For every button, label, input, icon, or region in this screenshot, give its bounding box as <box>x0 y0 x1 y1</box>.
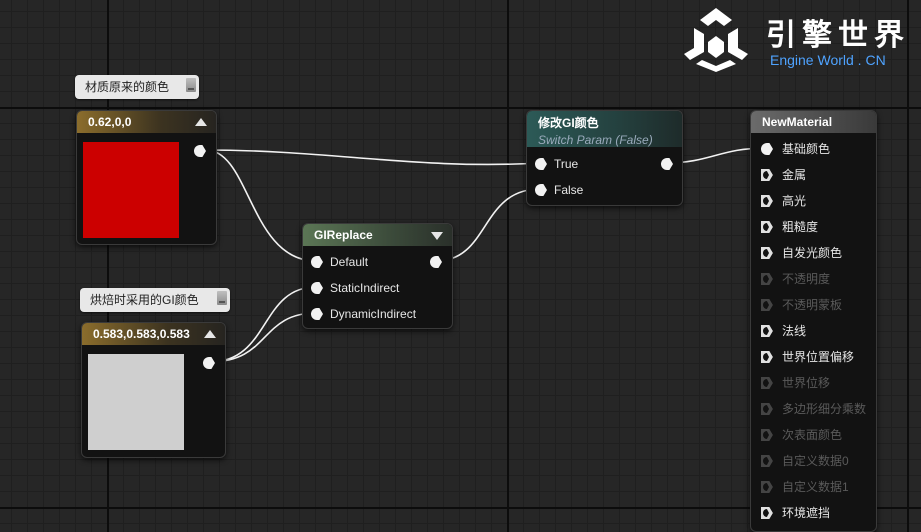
output-pin[interactable] <box>203 357 215 369</box>
material-input-pin[interactable]: 金属 <box>761 165 806 185</box>
material-input-pin[interactable]: 世界位置偏移 <box>761 347 854 367</box>
pin-label: 次表面颜色 <box>782 428 843 442</box>
node-header[interactable]: GIReplace <box>303 224 452 246</box>
pin-label: 金属 <box>782 168 807 182</box>
pin-icon[interactable] <box>761 195 773 207</box>
material-input-pin[interactable]: 自定义数据0 <box>761 451 849 471</box>
input-pin-dynamicindirect[interactable]: DynamicIndirect <box>311 304 416 324</box>
node-title: NewMaterial <box>762 115 833 129</box>
node-header[interactable]: 0.583,0.583,0.583 <box>82 323 225 345</box>
input-pin-default[interactable]: Default <box>311 252 368 272</box>
pin-icon[interactable] <box>761 221 773 233</box>
pin-icon[interactable] <box>311 256 323 268</box>
pin-label: 高光 <box>782 194 807 208</box>
collapse-arrow-icon[interactable] <box>431 232 443 240</box>
pin-icon[interactable] <box>311 282 323 294</box>
pin-icon[interactable] <box>761 429 773 441</box>
pin-label: Default <box>330 255 369 269</box>
node-title: 0.62,0,0 <box>88 115 132 129</box>
pin-label: 环境遮挡 <box>782 506 831 520</box>
pin-label: 法线 <box>782 324 807 338</box>
pin-icon[interactable] <box>761 247 773 259</box>
pin-icon[interactable] <box>761 325 773 337</box>
material-input-pin[interactable]: 自定义数据1 <box>761 477 849 497</box>
constant3vector-node-red[interactable]: 0.62,0,0 <box>76 110 217 245</box>
switch-param-node[interactable]: 修改GI颜色 Switch Param (False) True False <box>526 110 683 206</box>
material-input-pin[interactable]: 粗糙度 <box>761 217 818 237</box>
pin-label: DynamicIndirect <box>330 307 417 321</box>
color-swatch[interactable] <box>88 354 184 450</box>
pin-icon[interactable] <box>761 403 773 415</box>
node-header[interactable]: NewMaterial <box>751 111 876 133</box>
pin-icon[interactable] <box>761 377 773 389</box>
output-pin[interactable] <box>430 256 442 268</box>
material-input-pin[interactable]: 自发光颜色 <box>761 243 842 263</box>
pin-label: 基础颜色 <box>782 142 831 156</box>
comment-original-color[interactable]: 材质原来的颜色 <box>75 75 199 99</box>
material-input-pin[interactable]: 多边形细分乘数 <box>761 399 866 419</box>
input-pin-false[interactable]: False <box>535 180 583 200</box>
material-input-pin[interactable]: 次表面颜色 <box>761 425 842 445</box>
comment-baked-gi-color[interactable]: 烘焙时采用的GI颜色 <box>80 288 230 312</box>
comment-pin-icon <box>186 78 196 92</box>
wire-red-to-true <box>205 149 541 166</box>
material-input-pin[interactable]: 基础颜色 <box>761 139 830 159</box>
material-input-pin[interactable]: 不透明度 <box>761 269 830 289</box>
collapse-arrow-icon[interactable] <box>195 118 207 126</box>
constant3vector-node-grey[interactable]: 0.583,0.583,0.583 <box>81 322 226 458</box>
collapse-arrow-icon[interactable] <box>204 330 216 338</box>
pin-icon[interactable] <box>761 169 773 181</box>
material-input-pin[interactable]: 高光 <box>761 191 806 211</box>
node-header[interactable]: 0.62,0,0 <box>77 111 216 133</box>
material-result-node[interactable]: NewMaterial 基础颜色金属高光粗糙度自发光颜色不透明度不透明蒙板法线世… <box>750 110 877 532</box>
material-input-pin[interactable]: 法线 <box>761 321 806 341</box>
color-swatch[interactable] <box>83 142 179 238</box>
pin-label: 粗糙度 <box>782 220 819 234</box>
pin-icon[interactable] <box>761 481 773 493</box>
pin-icon[interactable] <box>535 184 547 196</box>
pin-icon[interactable] <box>761 351 773 363</box>
logo-emblem-icon <box>684 8 748 72</box>
gireplace-node[interactable]: GIReplace Default StaticIndirect Dynamic… <box>302 223 453 329</box>
comment-text: 烘焙时采用的GI颜色 <box>90 293 199 307</box>
engine-world-logo: 引擎世界 Engine World . CN <box>680 6 920 72</box>
node-title: 修改GI颜色 <box>538 116 599 130</box>
pin-label: StaticIndirect <box>330 281 400 295</box>
pin-icon[interactable] <box>535 158 547 170</box>
pin-icon[interactable] <box>761 507 773 519</box>
pin-icon[interactable] <box>311 308 323 320</box>
input-pin-true[interactable]: True <box>535 154 578 174</box>
pin-label: True <box>554 157 579 171</box>
pin-label: 世界位移 <box>782 376 831 390</box>
node-title: 0.583,0.583,0.583 <box>93 327 190 341</box>
material-input-pin[interactable]: 环境遮挡 <box>761 503 830 523</box>
node-header[interactable]: 修改GI颜色 Switch Param (False) <box>527 111 682 147</box>
pin-label: 自定义数据1 <box>782 480 849 494</box>
pin-icon[interactable] <box>761 273 773 285</box>
comment-text: 材质原来的颜色 <box>85 80 170 94</box>
pin-label: 自发光颜色 <box>782 246 843 260</box>
pin-label: 自定义数据0 <box>782 454 849 468</box>
pin-label: 多边形细分乘数 <box>782 402 867 416</box>
pin-label: 不透明度 <box>782 272 831 286</box>
logo-title: 引擎世界 <box>766 19 910 52</box>
pin-icon[interactable] <box>761 143 773 155</box>
material-input-pin[interactable]: 世界位移 <box>761 373 830 393</box>
node-subtitle: Switch Param (False) <box>538 133 653 147</box>
wire-red-to-default <box>205 149 317 262</box>
output-pin[interactable] <box>661 158 673 170</box>
material-input-pin[interactable]: 不透明蒙板 <box>761 295 842 315</box>
pin-label: 世界位置偏移 <box>782 350 855 364</box>
logo-subtitle: Engine World . CN <box>770 52 886 68</box>
node-title: GIReplace <box>314 228 373 242</box>
pin-label: False <box>554 183 584 197</box>
output-pin[interactable] <box>194 145 206 157</box>
input-pin-staticindirect[interactable]: StaticIndirect <box>311 278 399 298</box>
pin-icon[interactable] <box>761 299 773 311</box>
pin-icon[interactable] <box>761 455 773 467</box>
comment-pin-icon <box>217 291 227 305</box>
pin-label: 不透明蒙板 <box>782 298 843 312</box>
